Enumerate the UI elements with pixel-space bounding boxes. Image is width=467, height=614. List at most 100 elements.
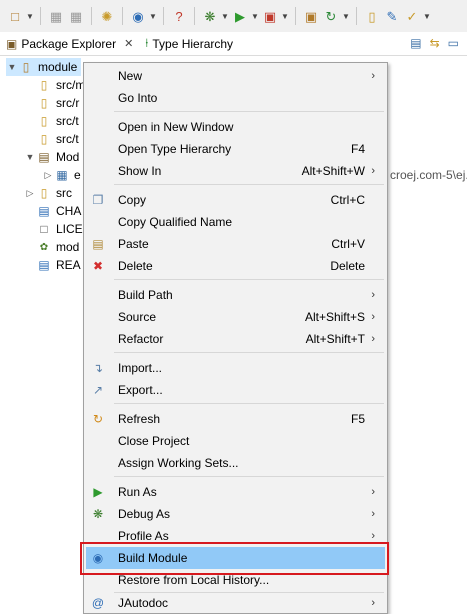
menu-item-label: Show In <box>118 164 162 178</box>
menu-item-label: Refresh <box>118 412 161 426</box>
tree-item[interactable]: ▤ CHA <box>36 202 81 220</box>
chevron-down-icon[interactable]: ▼ <box>221 12 229 21</box>
tree-item[interactable]: ▯ src/t <box>36 130 79 148</box>
package-explorer-icon: ▣ <box>6 36 18 51</box>
menu-item-show-in[interactable]: Show In Alt+Shift+W › <box>86 160 385 182</box>
toolbar-separator <box>40 7 41 25</box>
tree-item-label: module <box>38 60 78 74</box>
file-icon: ▤ <box>38 258 50 272</box>
chevron-down-icon[interactable]: ▼ <box>281 12 289 21</box>
tree-item-label: LICE <box>56 222 83 236</box>
menu-item-close-project[interactable]: Close Project <box>86 430 385 452</box>
tree-item[interactable]: ▯ src/t <box>36 112 79 130</box>
tree-item-project[interactable]: ▼ ▯ module <box>6 58 82 76</box>
menu-item-assign-working-sets[interactable]: Assign Working Sets... <box>86 452 385 474</box>
menu-item-label: Import... <box>118 361 163 375</box>
tree-item-label: src/t <box>56 132 79 146</box>
menu-item-go-into[interactable]: Go Into <box>86 87 385 109</box>
tree-item[interactable]: ▤ REA <box>36 256 80 274</box>
callout-highlight-box <box>80 542 389 575</box>
menu-item-run-as[interactable]: ▶ Run As › <box>86 481 385 503</box>
tree-item[interactable]: ▼ ▤ Mod <box>24 148 80 166</box>
chevron-down-icon[interactable]: ▼ <box>24 152 36 162</box>
tree-item-label: src/t <box>56 114 79 128</box>
menu-item-refresh[interactable]: ↻ Refresh F5 <box>86 408 385 430</box>
chevron-down-icon[interactable]: ▼ <box>342 12 350 21</box>
collapse-all-icon[interactable]: ▤ <box>410 36 421 50</box>
menu-item-label: Profile As <box>118 529 169 543</box>
tree-item[interactable]: ✿ mod <box>36 238 80 256</box>
chevron-right-icon[interactable]: ▷ <box>42 170 54 181</box>
menu-item-jautodoc[interactable]: @ JAutodoc › <box>86 592 385 614</box>
menu-item-copy-qualified-name[interactable]: Copy Qualified Name <box>86 211 385 233</box>
refresh-icon[interactable]: ↻ <box>322 6 340 26</box>
menu-separator <box>114 476 384 477</box>
edit-icon[interactable]: ✎ <box>383 6 401 26</box>
menu-item-shortcut: Alt+Shift+W <box>301 164 365 178</box>
close-icon[interactable]: ✕ <box>124 37 133 50</box>
menu-item-refactor[interactable]: Refactor Alt+Shift+T › <box>86 328 385 350</box>
new-package-icon[interactable]: ▣ <box>302 6 320 26</box>
tree-item[interactable]: ▷ ▯ src <box>24 184 72 202</box>
tree-item-label: mod <box>56 240 80 254</box>
open-perspective-icon[interactable]: ✺ <box>98 6 116 26</box>
menu-item-new[interactable]: New › <box>86 65 385 87</box>
chevron-down-icon[interactable]: ▼ <box>149 12 157 21</box>
open-folder-icon[interactable]: ▯ <box>363 6 381 26</box>
source-folder-icon: ▯ <box>40 78 48 92</box>
menu-item-shortcut: Ctrl+V <box>331 237 365 251</box>
external-tools-icon[interactable]: ▣ <box>261 6 279 26</box>
tree-item[interactable]: ▯ src/m <box>36 76 86 94</box>
source-folder-icon: ▯ <box>40 114 48 128</box>
run-icon[interactable]: ▶ <box>231 6 249 26</box>
menu-item-open-type-hierarchy[interactable]: Open Type Hierarchy F4 <box>86 138 385 160</box>
tree-item-label: src <box>56 186 72 200</box>
chevron-down-icon[interactable]: ▼ <box>26 12 34 21</box>
debug-icon[interactable]: ❋ <box>201 6 219 26</box>
import-icon: ↴ <box>92 361 104 375</box>
chevron-down-icon[interactable]: ▼ <box>6 62 18 72</box>
search-icon[interactable]: ◉ <box>129 6 147 26</box>
menu-item-label: Debug As <box>118 507 171 521</box>
menu-item-shortcut: Alt+Shift+T <box>305 332 365 346</box>
menu-item-label: Assign Working Sets... <box>118 456 239 470</box>
chevron-right-icon: › <box>371 333 375 345</box>
chevron-down-icon[interactable]: ▼ <box>423 12 431 21</box>
tool-icon[interactable]: ✓ <box>403 6 421 26</box>
menu-item-export[interactable]: ↗ Export... <box>86 379 385 401</box>
menu-separator <box>114 111 384 112</box>
jautodoc-icon: @ <box>91 596 105 610</box>
menu-item-import[interactable]: ↴ Import... <box>86 357 385 379</box>
menu-item-paste[interactable]: ▤ Paste Ctrl+V <box>86 233 385 255</box>
save-icon[interactable]: ▦ <box>47 6 65 26</box>
menu-item-source[interactable]: Source Alt+Shift+S › <box>86 306 385 328</box>
tree-item[interactable]: □ LICE <box>36 220 83 238</box>
save-all-icon[interactable]: ▦ <box>67 6 85 26</box>
chevron-right-icon[interactable]: ▷ <box>24 188 36 199</box>
help-icon[interactable]: ? <box>170 6 188 26</box>
tab-type-hierarchy[interactable]: ⍿ Type Hierarchy <box>139 32 239 56</box>
menu-item-label: New <box>118 69 143 83</box>
menu-item-label: Delete <box>118 259 153 273</box>
folder-icon: ▯ <box>40 186 48 200</box>
menu-item-open-in-new-window[interactable]: Open in New Window <box>86 116 385 138</box>
menu-item-label: Export... <box>118 383 163 397</box>
link-with-editor-icon[interactable]: ⇆ <box>430 36 440 50</box>
new-icon[interactable]: □ <box>6 6 24 26</box>
tree-path-fragment: croej.com-5\ej. <box>390 166 467 184</box>
tree-item[interactable]: ▷ ▦ e <box>42 166 81 184</box>
menu-item-debug-as[interactable]: ❋ Debug As › <box>86 503 385 525</box>
menu-item-build-path[interactable]: Build Path › <box>86 284 385 306</box>
export-icon: ↗ <box>92 383 104 397</box>
tree-item-label: CHA <box>56 204 82 218</box>
menu-item-delete[interactable]: ✖ Delete Delete <box>86 255 385 277</box>
minimize-icon[interactable]: ▭ <box>448 36 459 50</box>
menu-item-shortcut: F5 <box>350 412 365 426</box>
chevron-down-icon[interactable]: ▼ <box>251 12 259 21</box>
menu-item-shortcut: Alt+Shift+S <box>304 310 365 324</box>
tab-package-explorer[interactable]: ▣ Package Explorer ✕ <box>0 32 139 56</box>
menu-separator <box>114 403 384 404</box>
menu-item-copy[interactable]: ❐ Copy Ctrl+C <box>86 189 385 211</box>
tree-item[interactable]: ▯ src/r <box>36 94 80 112</box>
library-icon: ▤ <box>38 150 50 164</box>
